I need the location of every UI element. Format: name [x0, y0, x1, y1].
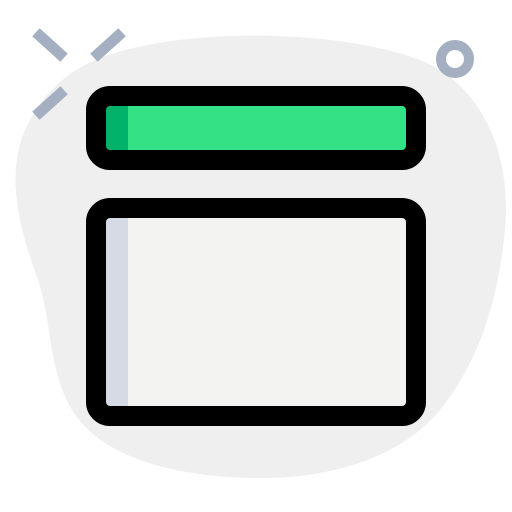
sparkle-line-1 — [32, 28, 68, 62]
icon-canvas — [0, 0, 512, 512]
ring-decoration — [436, 40, 474, 78]
header-bar-accent — [106, 106, 128, 150]
content-panel — [86, 198, 426, 426]
browser-window-layout-icon — [15, 28, 506, 479]
content-panel-fill — [96, 208, 416, 416]
header-bar — [86, 86, 426, 170]
sparkle-line-2 — [90, 28, 126, 62]
content-panel-accent — [106, 218, 128, 406]
